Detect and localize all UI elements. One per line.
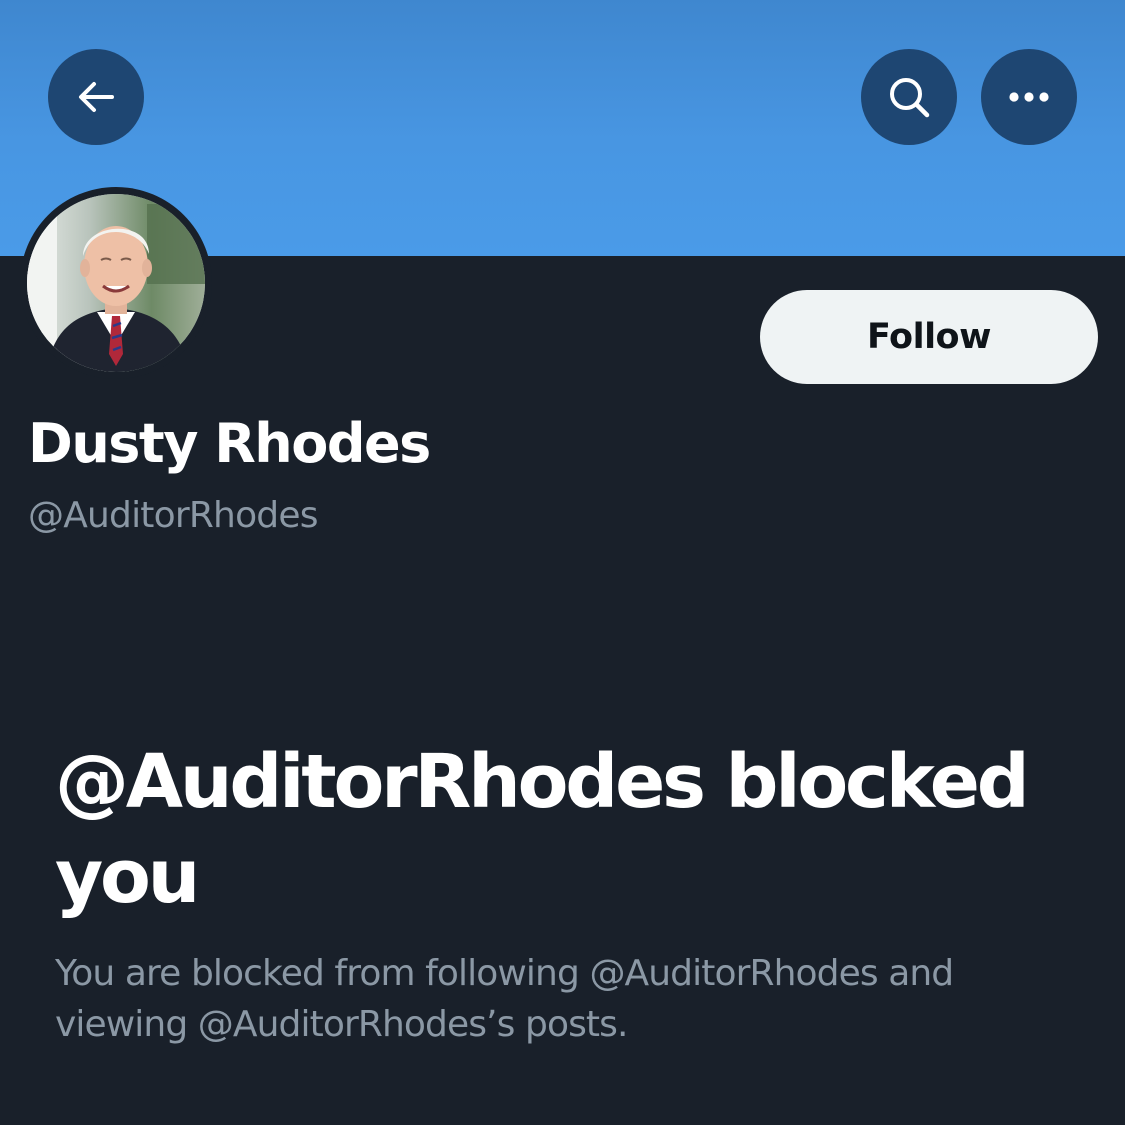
avatar[interactable]	[27, 194, 205, 372]
search-button[interactable]	[861, 49, 957, 145]
profile-handle: @AuditorRhodes	[28, 495, 318, 536]
blocked-description: You are blocked from following @AuditorR…	[55, 953, 954, 1045]
more-horizontal-icon	[1006, 90, 1052, 104]
follow-button[interactable]: Follow	[760, 290, 1098, 384]
back-button[interactable]	[48, 49, 144, 145]
arrow-left-icon	[74, 75, 118, 119]
blocked-title: @AuditorRhodes blocked you	[55, 739, 1030, 920]
display-name: Dusty Rhodes	[28, 412, 431, 475]
profile-screen: Follow Dusty Rhodes @AuditorRhodes @Audi…	[0, 0, 1125, 1125]
more-options-button[interactable]	[981, 49, 1077, 145]
search-icon	[886, 74, 932, 120]
